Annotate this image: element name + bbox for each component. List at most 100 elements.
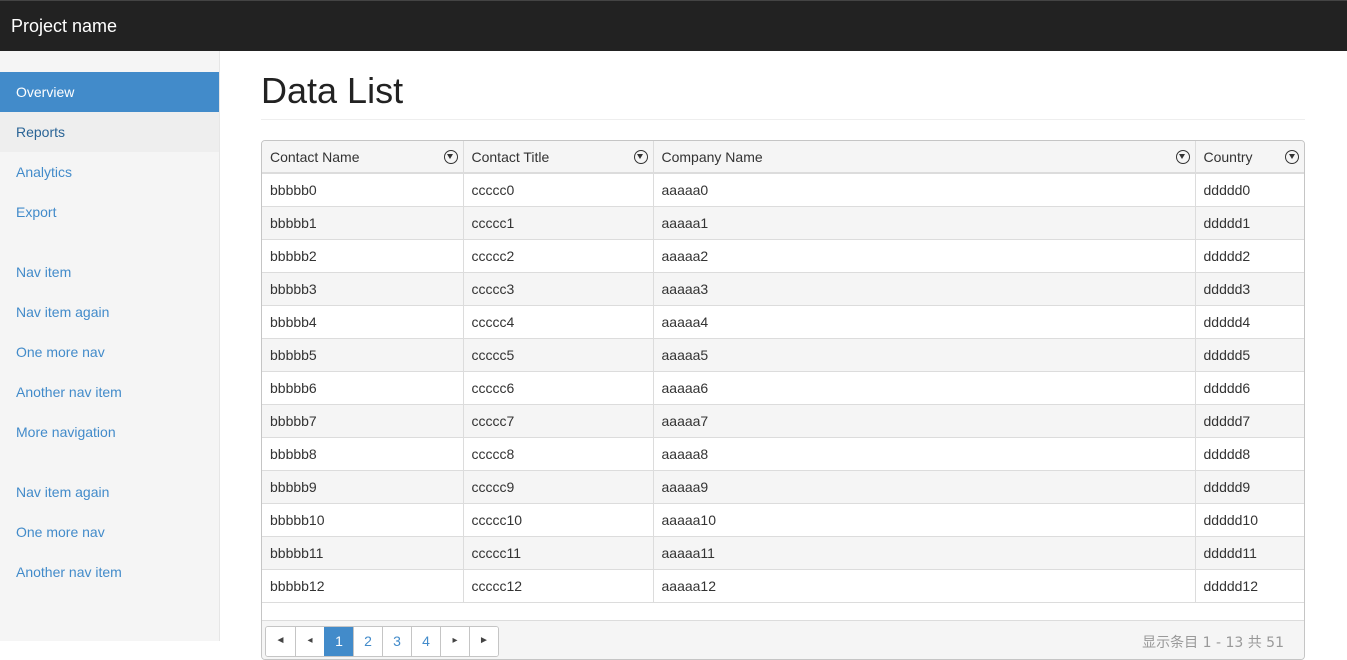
sidebar-group: Nav item Nav item again One more nav Anothe… — [0, 252, 219, 452]
table-row[interactable]: bbbbb3 ccccc3 aaaaa3 ddddd3 — [262, 272, 1304, 306]
cell-company-name: aaaaa6 — [652, 371, 1195, 405]
table-row[interactable]: bbbbb0 ccccc0 aaaaa0 ddddd0 — [262, 173, 1304, 207]
table-row[interactable]: bbbbb5 ccccc5 aaaaa5 ddddd5 — [262, 338, 1304, 372]
cell-contact-title: ccccc1 — [462, 206, 653, 240]
cell-contact-title: ccccc5 — [462, 338, 653, 372]
filter-icon[interactable] — [1175, 150, 1190, 164]
sidebar-item-analytics[interactable]: Analytics — [0, 152, 219, 192]
sidebar-item-reports[interactable]: Reports — [0, 112, 219, 152]
cell-company-name: aaaaa4 — [652, 305, 1195, 339]
top-navbar: Project name — [0, 0, 1347, 51]
cell-company-name: aaaaa10 — [652, 503, 1195, 537]
sidebar-item-nav-item[interactable]: Nav item — [0, 252, 219, 292]
cell-contact-title: ccccc10 — [462, 503, 653, 537]
cell-country: ddddd4 — [1194, 305, 1304, 339]
cell-contact-title: ccccc6 — [462, 371, 653, 405]
table-row[interactable]: bbbbb2 ccccc2 aaaaa2 ddddd2 — [262, 239, 1304, 273]
cell-contact-title: ccccc12 — [462, 569, 653, 603]
first-page-icon[interactable]: ◄ — [266, 627, 295, 656]
column-header-company-name[interactable]: Company Name — [652, 141, 1195, 174]
filter-icon[interactable] — [443, 150, 458, 164]
cell-contact-title: ccccc4 — [462, 305, 653, 339]
cell-country: ddddd1 — [1194, 206, 1304, 240]
sidebar-item-one-more-nav[interactable]: One more nav — [0, 332, 219, 372]
cell-country: ddddd6 — [1194, 371, 1304, 405]
cell-contact-name: bbbbb9 — [262, 470, 463, 504]
column-header-country[interactable]: Country — [1194, 141, 1304, 174]
table-row[interactable]: bbbbb8 ccccc8 aaaaa8 ddddd8 — [262, 437, 1304, 471]
page-button-2[interactable]: 2 — [353, 627, 382, 656]
column-header-label: Contact Name — [270, 148, 360, 165]
cell-country: ddddd3 — [1194, 272, 1304, 306]
cell-contact-title: ccccc7 — [462, 404, 653, 438]
cell-contact-name: bbbbb8 — [262, 437, 463, 471]
sidebar-group: Nav item again One more nav Another nav it… — [0, 472, 219, 592]
cell-contact-name: bbbbb11 — [262, 536, 463, 570]
table-row[interactable]: bbbbb11 ccccc11 aaaaa11 ddddd11 — [262, 536, 1304, 570]
data-grid: Contact Name Contact Title Company Name Cou… — [261, 140, 1305, 660]
cell-country: ddddd11 — [1194, 536, 1304, 570]
sidebar-item-nav-item-again[interactable]: Nav item again — [0, 472, 219, 512]
cell-contact-name: bbbbb3 — [262, 272, 463, 306]
cell-company-name: aaaaa11 — [652, 536, 1195, 570]
cell-country: ddddd8 — [1194, 437, 1304, 471]
cell-contact-name: bbbbb6 — [262, 371, 463, 405]
sidebar: Overview Reports Analytics Export Nav item Na… — [0, 51, 220, 641]
column-header-contact-title[interactable]: Contact Title — [462, 141, 653, 174]
table-row[interactable]: bbbbb12 ccccc12 aaaaa12 ddddd12 — [262, 569, 1304, 603]
cell-contact-title: ccccc11 — [462, 536, 653, 570]
main-content: Data List — [261, 51, 1305, 120]
cell-contact-title: ccccc2 — [462, 239, 653, 273]
column-header-label: Country — [1203, 148, 1253, 165]
sidebar-item-another-nav-item[interactable]: Another nav item — [0, 372, 219, 412]
page-title: Data List — [261, 71, 1305, 120]
cell-contact-name: bbbbb10 — [262, 503, 463, 537]
cell-company-name: aaaaa2 — [652, 239, 1195, 273]
cell-contact-name: bbbbb12 — [262, 569, 463, 603]
sidebar-group: Overview Reports Analytics Export — [0, 72, 219, 232]
brand-link[interactable]: Project name — [11, 16, 117, 36]
cell-contact-name: bbbbb1 — [262, 206, 463, 240]
pager: ◄ ◂ 1 2 3 4 ▸ ► 显示条目 1 - 13 共 51 — [262, 620, 1304, 659]
filter-icon[interactable] — [1285, 150, 1299, 164]
sidebar-item-export[interactable]: Export — [0, 192, 219, 232]
page-button-3[interactable]: 3 — [382, 627, 411, 656]
table-row[interactable]: bbbbb1 ccccc1 aaaaa1 ddddd1 — [262, 206, 1304, 240]
cell-contact-name: bbbbb4 — [262, 305, 463, 339]
sidebar-item-nav-item-again[interactable]: Nav item again — [0, 292, 219, 332]
grid-body: bbbbb0 ccccc0 aaaaa0 ddddd0 bbbbb1 ccccc1 aaaa… — [262, 173, 1304, 603]
cell-contact-name: bbbbb0 — [262, 173, 463, 207]
cell-country: ddddd9 — [1194, 470, 1304, 504]
column-header-label: Company Name — [661, 148, 763, 165]
cell-company-name: aaaaa12 — [652, 569, 1195, 603]
sidebar-item-overview[interactable]: Overview — [0, 72, 219, 112]
table-row[interactable]: bbbbb10 ccccc10 aaaaa10 ddddd10 — [262, 503, 1304, 537]
cell-country: ddddd7 — [1194, 404, 1304, 438]
cell-contact-title: ccccc0 — [462, 173, 653, 207]
cell-company-name: aaaaa3 — [652, 272, 1195, 306]
table-row[interactable]: bbbbb4 ccccc4 aaaaa4 ddddd4 — [262, 305, 1304, 339]
table-row[interactable]: bbbbb9 ccccc9 aaaaa9 ddddd9 — [262, 470, 1304, 504]
sidebar-item-one-more-nav[interactable]: One more nav — [0, 512, 219, 552]
cell-contact-title: ccccc8 — [462, 437, 653, 471]
cell-company-name: aaaaa7 — [652, 404, 1195, 438]
prev-page-icon[interactable]: ◂ — [295, 627, 324, 656]
cell-contact-name: bbbbb5 — [262, 338, 463, 372]
last-page-icon[interactable]: ► — [469, 627, 498, 656]
cell-contact-name: bbbbb2 — [262, 239, 463, 273]
column-header-contact-name[interactable]: Contact Name — [262, 141, 463, 174]
filter-icon[interactable] — [633, 150, 648, 164]
cell-contact-title: ccccc9 — [462, 470, 653, 504]
cell-country: ddddd2 — [1194, 239, 1304, 273]
cell-company-name: aaaaa8 — [652, 437, 1195, 471]
cell-country: ddddd0 — [1194, 173, 1304, 207]
page-button-1[interactable]: 1 — [324, 627, 353, 656]
table-row[interactable]: bbbbb6 ccccc6 aaaaa6 ddddd6 — [262, 371, 1304, 405]
next-page-icon[interactable]: ▸ — [440, 627, 469, 656]
table-row[interactable]: bbbbb7 ccccc7 aaaaa7 ddddd7 — [262, 404, 1304, 438]
page-button-4[interactable]: 4 — [411, 627, 440, 656]
cell-contact-name: bbbbb7 — [262, 404, 463, 438]
cell-contact-title: ccccc3 — [462, 272, 653, 306]
sidebar-item-more-navigation[interactable]: More navigation — [0, 412, 219, 452]
sidebar-item-another-nav-item[interactable]: Another nav item — [0, 552, 219, 592]
